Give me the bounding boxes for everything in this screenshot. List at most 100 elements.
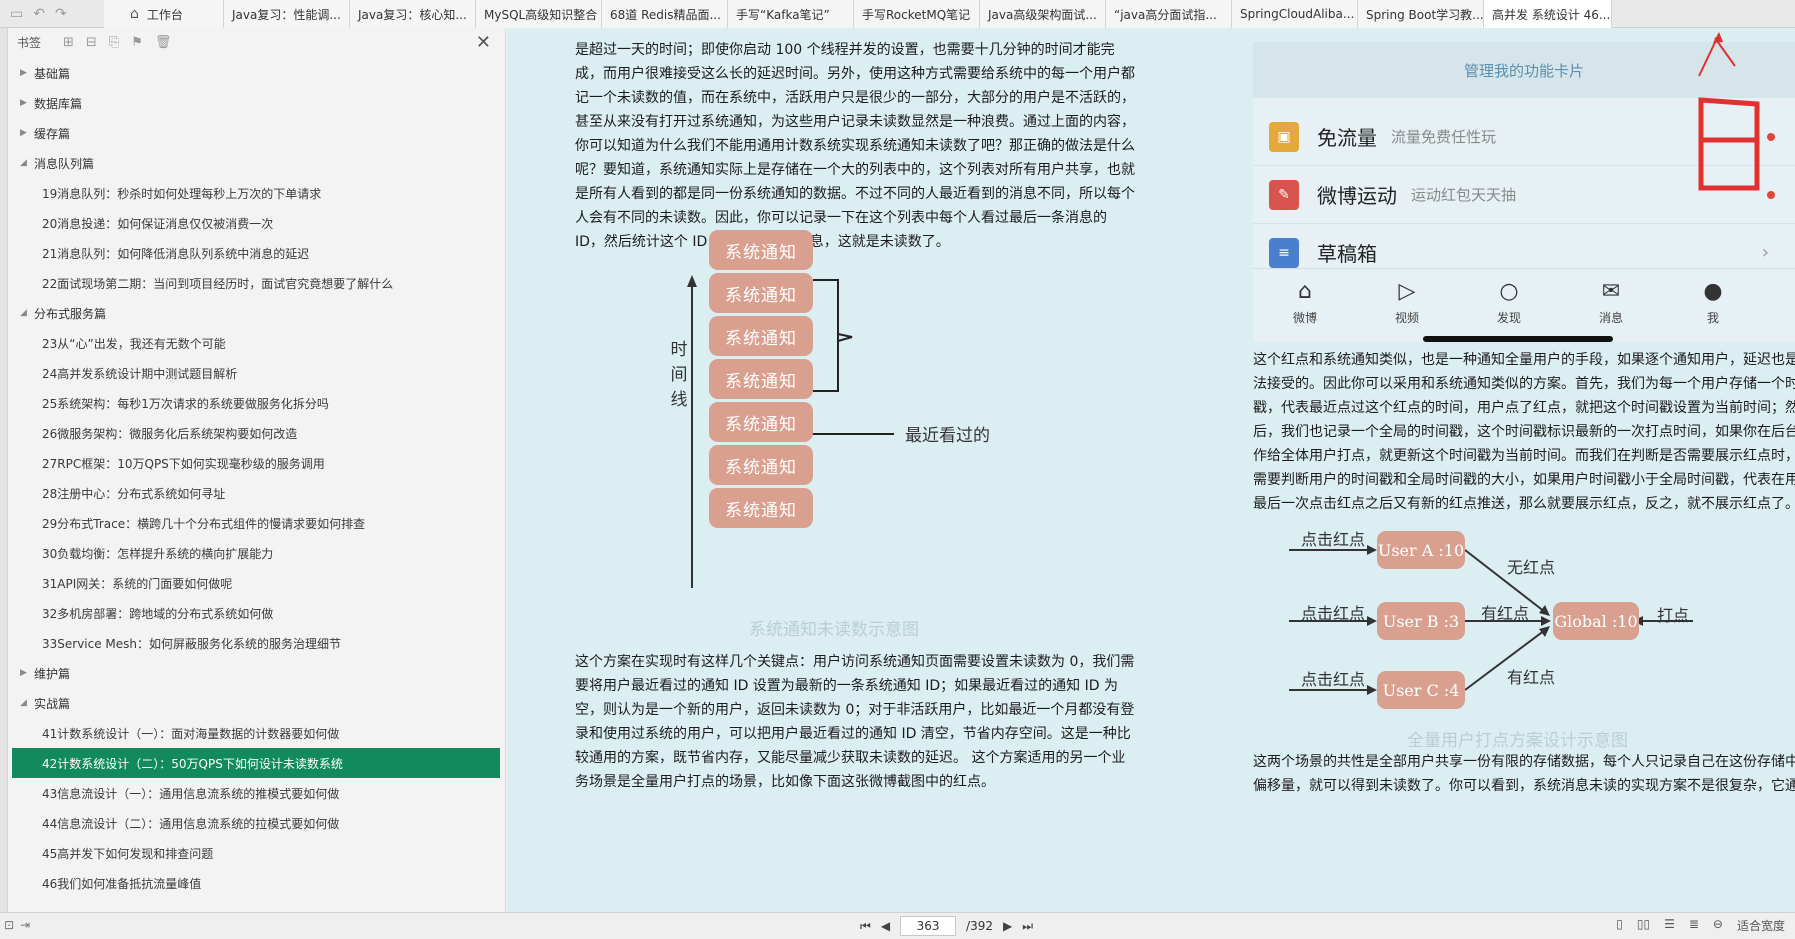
bookmark-item[interactable]: 25系统架构：每秒1万次请求的系统要做服务化拆分吗: [8, 388, 506, 418]
nav-video: ▷ 视频: [1377, 279, 1437, 326]
bookmark-item[interactable]: 33Service Mesh：如何屏蔽服务化系统的服务治理细节: [8, 628, 506, 658]
caret-right-icon[interactable]: ▶: [20, 68, 34, 78]
drafts-icon: ≡: [1269, 237, 1299, 268]
bookmark-item[interactable]: 26微服务架构：微服务化后系统架构要如何改造: [8, 418, 506, 448]
undo-icon[interactable]: ↶: [33, 6, 45, 22]
text-line: 法接受的。因此你可以采用和系统通知类似的方案。首先，我们为每一个用户存储一个时间: [1253, 376, 1795, 392]
document-view: 是超过一天的时间；即使你启动 100 个线程并发的设置，也需要十几分钟的时间才能…: [507, 28, 1795, 912]
red-annotation: [1698, 32, 1760, 191]
bookmark-item[interactable]: 43信息流设计（一）：通用信息流系统的推模式要如何做: [8, 778, 506, 808]
nav-messages: ✉ 消息: [1581, 279, 1641, 326]
bookmark-section[interactable]: ▶ 基础篇: [8, 58, 506, 88]
export-icon[interactable]: ⇥: [20, 918, 30, 932]
tab-document[interactable]: Java复习：性能调...: [224, 0, 350, 28]
nav-discover: ○ 发现: [1479, 279, 1539, 326]
bookmark-section[interactable]: ◢ 实战篇: [8, 688, 506, 718]
save-icon[interactable]: ▭: [10, 6, 23, 22]
bookmark-item[interactable]: 23从“心”出发，我还有无数个可能: [8, 328, 506, 358]
continuous-icon[interactable]: ☰: [1664, 917, 1675, 934]
nav-home: ⌂ 微博: [1275, 279, 1335, 326]
notification-box: 系统通知: [709, 316, 813, 356]
fit-width-select[interactable]: 适合宽度: [1737, 917, 1785, 934]
bookmark-section[interactable]: ▶ 数据库篇: [8, 88, 506, 118]
nav-label: 微博: [1292, 311, 1317, 325]
next-page-icon[interactable]: ▶: [1003, 919, 1012, 933]
text-line: 后，我们也记录一个全局的时间戳，这个时间戳标识最新的一次打点时间，如果你在后台操: [1253, 424, 1795, 440]
tab-document[interactable]: Java高级架构面试...: [980, 0, 1106, 28]
bookmark-section-label: 维护篇: [34, 666, 71, 681]
caret-right-icon[interactable]: ▶: [20, 668, 34, 678]
caret-down-icon[interactable]: ◢: [20, 698, 34, 708]
notification-box: 系统通知: [709, 445, 813, 485]
has-dot-label: 有红点: [1507, 668, 1556, 687]
single-page-icon[interactable]: ▯: [1616, 917, 1623, 934]
bookmark-section[interactable]: ◢ 消息队列篇: [8, 148, 506, 178]
caret-right-icon[interactable]: ▶: [20, 128, 34, 138]
caret-right-icon[interactable]: ▶: [20, 98, 34, 108]
caret-down-icon[interactable]: ◢: [20, 308, 34, 318]
bookmark-item[interactable]: 31API网关：系统的门面要如何做呢: [8, 568, 506, 598]
tab-document[interactable]: Java复习：核心知...: [350, 0, 476, 28]
panel-toggle-icon[interactable]: ⊡: [4, 918, 14, 932]
double-page-icon[interactable]: ▯▯: [1637, 917, 1650, 934]
bookmark-item[interactable]: 41计数系统设计（一）：面对海量数据的计数器要如何做: [8, 718, 506, 748]
tab-document[interactable]: 手写“Kafka笔记”: [728, 0, 854, 28]
chevron-right-icon: ›: [1761, 242, 1769, 263]
last-page-icon[interactable]: ⏭: [1022, 919, 1033, 934]
bookmark-item[interactable]: 28注册中心：分布式系统如何寻址: [8, 478, 506, 508]
zoom-out-icon[interactable]: ⊖: [1713, 917, 1723, 934]
collapse-all-icon[interactable]: ⊟: [86, 35, 97, 50]
delete-icon[interactable]: 🗑: [155, 35, 172, 50]
text-line: 作给全体用户打点，就更新这个时间戳为当前时间。而我们在判断是否需要展示红点时，只: [1253, 448, 1795, 464]
tab-document[interactable]: “java高分面试指...: [1106, 0, 1232, 28]
bookmark-section[interactable]: ▶ 维护篇: [8, 658, 506, 688]
redo-icon[interactable]: ↷: [55, 6, 67, 22]
bookmark-item[interactable]: 46我们如何准备抵抗流量峰值: [8, 868, 506, 898]
bookmark-item[interactable]: 30负载均衡：怎样提升系统的横向扩展能力: [8, 538, 506, 568]
text-line: 要将用户最近看过的通知 ID 设置为最新的一条系统通知 ID；如果最近看过的通知…: [575, 678, 1118, 694]
click-label: 点击红点: [1301, 530, 1366, 549]
tab-home-label: 工作台: [146, 7, 183, 22]
bookmark-item[interactable]: 44信息流设计（二）：通用信息流系统的拉模式要如何做: [8, 808, 506, 838]
bookmark-item[interactable]: 45高并发下如何发现和排查问题: [8, 838, 506, 868]
tab-document[interactable]: 68道 Redis精品面...: [602, 0, 728, 28]
tab-document[interactable]: SpringCloudAliba...: [1232, 0, 1358, 28]
tab-document[interactable]: MySQL高级知识整合: [476, 0, 602, 28]
nav-label: 消息: [1598, 311, 1623, 325]
tab-home[interactable]: ⌂ 工作台: [104, 0, 224, 28]
close-icon[interactable]: ✕: [476, 32, 491, 53]
first-page-icon[interactable]: ⏮: [860, 919, 871, 934]
global-box: Global :10: [1553, 602, 1639, 640]
bookmark-item[interactable]: 21消息队列：如何降低消息队列系统中消息的延迟: [8, 238, 506, 268]
bookmark-item[interactable]: 20消息投递：如何保证消息仅仅被消费一次: [8, 208, 506, 238]
tab-document-active[interactable]: 高并发 系统设计 46...: [1484, 0, 1612, 28]
tab-document[interactable]: Spring Boot学习教...: [1358, 0, 1484, 28]
bookmark-item[interactable]: 24高并发系统设计期中测试题目解析: [8, 358, 506, 388]
nav-label: 我: [1706, 311, 1719, 325]
left-edge-strip: [0, 28, 8, 912]
bookmark-item[interactable]: 22面试现场第二期：当问到项目经历时，面试官究竟想要了解什么: [8, 268, 506, 298]
bookmark-section[interactable]: ◢ 分布式服务篇: [8, 298, 506, 328]
bookmark-panel-title: 书签: [17, 35, 42, 50]
click-label: 点击红点: [1301, 604, 1366, 623]
text-line: 这个方案在实现时有这样几个关键点：用户访问系统通知页面需要设置未读数为 0，我们…: [575, 654, 1135, 670]
notification-box: 系统通知: [709, 359, 813, 399]
add-bookmark-icon[interactable]: ⎘: [109, 35, 119, 50]
recent-label: 最近看过的: [905, 426, 990, 446]
bookmark-item[interactable]: 32多机房部署：跨地域的分布式系统如何做: [8, 598, 506, 628]
tab-document[interactable]: 手写RocketMQ笔记: [854, 0, 980, 28]
bookmark-section[interactable]: ▶ 缓存篇: [8, 118, 506, 148]
bookmark-icon[interactable]: ⚑: [131, 35, 143, 50]
page-number-input[interactable]: 363: [900, 916, 957, 936]
caret-down-icon[interactable]: ◢: [20, 158, 34, 168]
prev-page-icon[interactable]: ◀: [881, 919, 890, 933]
bookmark-item[interactable]: 27RPC框架：10万QPS下如何实现毫秒级的服务调用: [8, 448, 506, 478]
home-indicator: [1423, 336, 1613, 342]
notification-box: 系统通知: [709, 273, 813, 313]
read-mode-icon[interactable]: ≣: [1689, 917, 1699, 934]
bookmark-panel: 书签 ⊞ ⊟ ⎘ ⚑ 🗑 ✕ ▶ 基础篇 ▶ 数据库篇 ▶ 缓存篇 ◢ 消息队列篇 19消息队列…: [8, 28, 506, 912]
bookmark-item-selected[interactable]: 42计数系统设计（二）：50万QPS下如何设计未读数系统: [12, 748, 500, 778]
bookmark-item[interactable]: 29分布式Trace：横跨几十个分布式组件的慢请求要如何排查: [8, 508, 506, 538]
bookmark-item[interactable]: 19消息队列：秒杀时如何处理每秒上万次的下单请求: [8, 178, 506, 208]
expand-all-icon[interactable]: ⊞: [63, 35, 74, 50]
